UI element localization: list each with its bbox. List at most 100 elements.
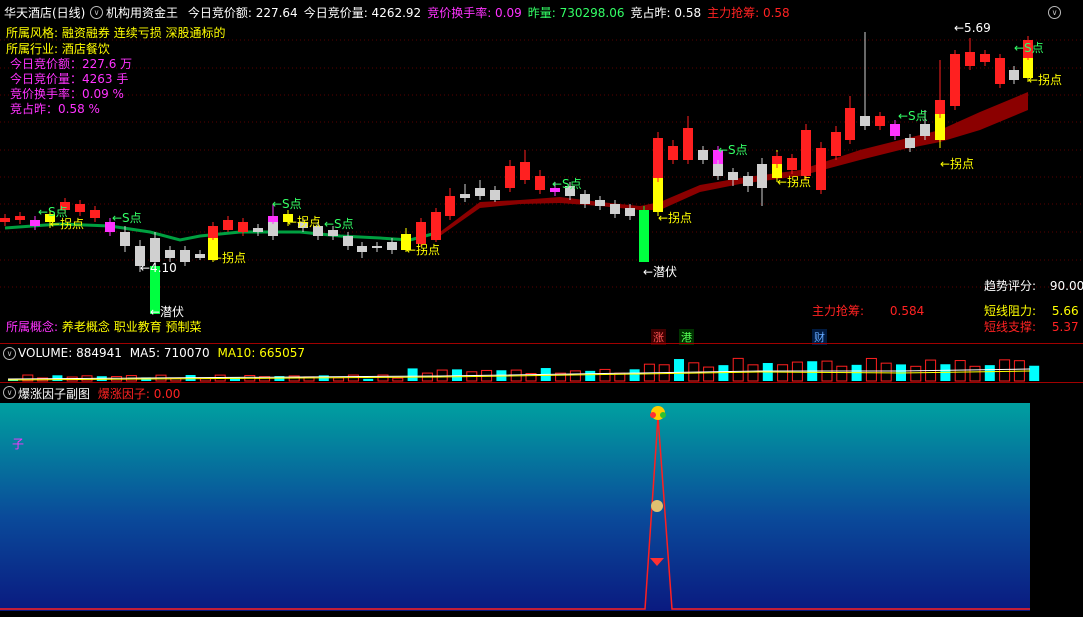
volume-value: 884941 <box>76 346 122 360</box>
candle-body <box>595 200 605 206</box>
balls-icon <box>650 412 656 418</box>
concept-value: 养老概念 职业教育 预制菜 <box>61 320 202 334</box>
subchart-header: 爆涨因子副图 爆涨因子: 0.00 <box>18 385 180 402</box>
candle-body <box>816 148 826 190</box>
explosion-factor-chart[interactable] <box>0 383 1083 617</box>
candle-body <box>683 128 693 160</box>
trend-score: 趋势评分: 90.00 <box>984 277 1083 294</box>
subchart-left-mark: 子 <box>12 437 25 451</box>
subchart-title: 爆涨因子副图 <box>18 387 91 401</box>
short-resistance: 短线阻力: 5.66 <box>984 302 1079 319</box>
candle-body <box>150 238 160 262</box>
s-point-label: ←S点 <box>552 177 582 191</box>
volume-bar <box>599 368 611 382</box>
candle-body <box>445 196 455 216</box>
volume-bar <box>777 364 789 382</box>
industry-label: 所属行业: <box>6 42 59 56</box>
s-point-label: ←S点 <box>898 109 928 123</box>
volume-bar <box>333 377 345 382</box>
candle-body <box>920 124 930 136</box>
short-resistance-value: 5.66 <box>1051 304 1079 318</box>
candle-body <box>1009 70 1019 80</box>
candle-body <box>757 164 767 188</box>
money-bag-icon <box>651 500 663 512</box>
candle-body <box>416 222 426 244</box>
candle-body <box>505 166 515 188</box>
volume-bar <box>865 357 877 382</box>
candle-body <box>728 172 738 180</box>
high-price-mark: ←5.69 <box>954 21 991 35</box>
candle-body <box>180 250 190 262</box>
candle-body <box>698 150 708 160</box>
candle-body <box>965 52 975 66</box>
candle-body <box>860 116 870 126</box>
volume-bar <box>1029 365 1040 381</box>
subchart-collapse-icon[interactable]: ∨ <box>3 386 16 399</box>
stock-title: 华天酒店(日线) <box>4 4 85 21</box>
candle-body <box>460 194 470 198</box>
style-value: 融资融券 连续亏损 深股通标的 <box>61 26 226 40</box>
candle-body <box>890 124 900 136</box>
header-item-4: 竞占昨: 0.58 <box>630 6 702 20</box>
s-point-label: ←S点 <box>112 211 142 225</box>
style-label: 所属风格: <box>6 26 59 40</box>
candle-body <box>165 250 175 258</box>
candle-body <box>30 220 40 226</box>
volume-bar <box>747 364 759 382</box>
factor-label: 爆涨因子: <box>97 387 150 401</box>
candle-body <box>387 242 397 250</box>
candle-body <box>120 232 130 246</box>
trend-value: 90.00 <box>1049 279 1083 293</box>
low-price-mark: ←4.10 <box>140 261 177 275</box>
header-item-1: 今日竞价量: 4262.92 <box>303 6 422 20</box>
volume-bar <box>984 365 995 381</box>
candle-body <box>831 132 841 156</box>
candle-body <box>268 216 278 222</box>
s-point-label: ←S点 <box>272 197 302 211</box>
guai-point-label: ←拐点 <box>658 210 692 225</box>
candle-body <box>195 254 205 258</box>
candle-body <box>475 188 485 196</box>
candle-body <box>743 176 753 186</box>
candle-body <box>625 208 635 216</box>
factor-value: 0.00 <box>153 387 181 401</box>
guai-point-label: ←拐点 <box>406 242 440 257</box>
concept-label: 所属概念: <box>6 320 59 334</box>
header-item-0: 今日竞价额: 227.64 <box>187 6 298 20</box>
candle-body <box>253 228 263 232</box>
guai-point-label: ←拐点 <box>50 216 84 231</box>
short-support: 短线支撑: 5.37 <box>984 318 1079 335</box>
candle-body <box>90 210 100 218</box>
header-items: 今日竞价额: 227.64 今日竞价量: 4262.92 竞价换手率: 0.09 昨量… <box>182 6 790 20</box>
volume-header: VOLUME: 884941 MA5: 710070 MA10: 665057 <box>18 346 305 360</box>
candle-body <box>520 162 530 180</box>
volume-bar <box>392 377 404 382</box>
volume-bar <box>674 359 684 381</box>
volume-bar <box>407 368 418 381</box>
ma10-label: MA10: <box>217 346 256 360</box>
stock-name: 华天酒店(日线) <box>4 6 86 20</box>
candle-body <box>535 176 545 190</box>
volume-bar <box>452 369 462 381</box>
s-point-label: ←S点 <box>324 217 354 231</box>
volume-collapse-icon[interactable]: ∨ <box>3 347 16 360</box>
s-point-label: ←S点 <box>1014 41 1044 55</box>
candle-body <box>0 218 10 222</box>
volume-label: VOLUME: <box>18 346 73 360</box>
s-point-label: ←S点 <box>718 143 748 157</box>
short-support-label: 短线支撑: <box>984 320 1037 334</box>
expand-chevron-icon[interactable]: ∨ <box>1048 6 1061 19</box>
qianfu-label: ←潜伏 <box>150 305 184 319</box>
main-grab-label: 主力抢筹: <box>812 304 865 318</box>
volume-bar <box>585 370 596 381</box>
main-chart[interactable]: ←S点 ←S点←S点←S点←S点←S点←S点←S点←拐点 ←拐点←拐点←拐点←拐点←… <box>0 0 1083 343</box>
volume-bar <box>910 365 922 382</box>
collapse-chevron-icon[interactable]: ∨ <box>90 6 103 19</box>
candle-body <box>580 194 590 204</box>
guai-point-label: ←拐点 <box>1028 72 1062 87</box>
candle-body <box>713 164 723 176</box>
guai-point-label: ←拐点 <box>777 174 811 189</box>
header-item-2: 竞价换手率: 0.09 <box>427 6 522 20</box>
candle-body <box>668 146 678 160</box>
volume-bar <box>791 361 803 382</box>
